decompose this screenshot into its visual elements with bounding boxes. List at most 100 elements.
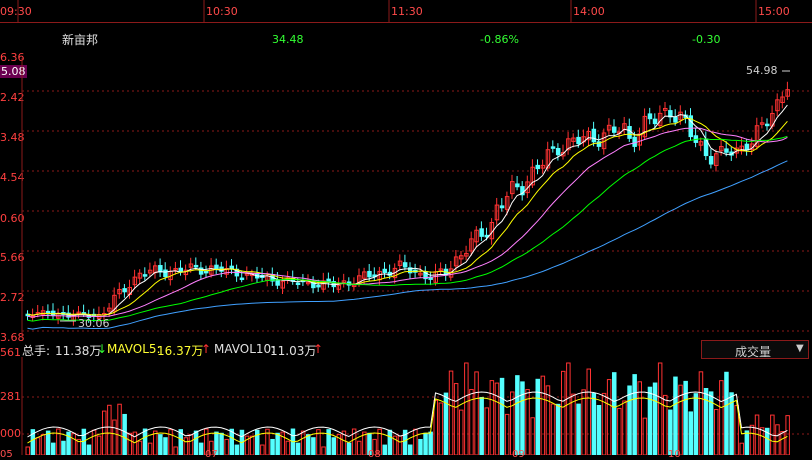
- volume-bar: [280, 431, 285, 455]
- volume-bar: [520, 381, 525, 455]
- volume-bar: [61, 440, 66, 455]
- volume-bar: [219, 432, 224, 455]
- candle-body: [591, 128, 597, 143]
- volume-bar: [698, 371, 704, 455]
- volume-bar: [484, 407, 489, 455]
- volume-bar: [576, 403, 581, 455]
- volume-bar: [71, 432, 76, 455]
- volume-bar: [683, 380, 688, 455]
- volume-bar: [357, 440, 362, 455]
- volume-bar: [663, 394, 668, 455]
- volume-bar: [647, 386, 653, 455]
- volume-bar: [586, 368, 591, 455]
- volume-bar: [612, 372, 617, 455]
- candle-body: [627, 126, 632, 139]
- volume-bar: [137, 440, 143, 455]
- volume-bar: [571, 393, 576, 455]
- candle-body: [193, 264, 199, 268]
- candle-body: [576, 136, 581, 145]
- candle-body: [499, 205, 505, 209]
- chevron-down-icon[interactable]: ▼: [796, 343, 804, 354]
- ma10-line: [27, 117, 788, 316]
- volume-bar: [688, 411, 693, 455]
- volume-bar: [785, 415, 790, 455]
- volume-bar: [173, 446, 178, 455]
- volume-bar: [183, 437, 189, 455]
- volume-bar: [596, 404, 602, 455]
- volume-bar: [550, 403, 556, 455]
- volume-bar: [346, 442, 352, 455]
- volume-bar: [40, 434, 46, 455]
- volume-bar: [382, 444, 387, 455]
- volume-bar: [275, 432, 280, 455]
- candle-body: [744, 143, 750, 151]
- volume-bar: [387, 429, 393, 455]
- candle-body: [122, 288, 127, 293]
- volume-bar: [581, 389, 586, 455]
- candlestick-chart[interactable]: [0, 58, 812, 338]
- volume-bar: [775, 424, 780, 455]
- candle-body: [204, 270, 209, 274]
- volume-bar: [632, 374, 637, 455]
- candle-body: [632, 136, 637, 147]
- volume-bar: [744, 430, 750, 455]
- volume-bar: [153, 430, 158, 455]
- volume-bar: [780, 431, 785, 455]
- volume-bar: [418, 438, 423, 455]
- volume-bar: [749, 424, 755, 455]
- volume-chart[interactable]: [0, 357, 812, 455]
- volume-bar: [627, 385, 632, 455]
- ma30-line: [27, 135, 788, 322]
- volume-bar: [428, 431, 433, 455]
- candle-body: [550, 146, 556, 149]
- volume-bar: [606, 379, 612, 455]
- volume-bar: [198, 442, 204, 455]
- volume-bar: [438, 402, 444, 455]
- volume-bar: [249, 435, 255, 455]
- candle-body: [479, 228, 484, 237]
- time-axis-ticks: [17, 0, 757, 22]
- volume-bar: [479, 396, 484, 455]
- volume-bar: [300, 430, 306, 455]
- volume-bar: [234, 444, 240, 455]
- volume-bar: [285, 440, 291, 455]
- volume-bar: [719, 380, 724, 455]
- volume-bar: [163, 437, 168, 455]
- volume-bar: [306, 434, 311, 455]
- volume-bar: [158, 434, 163, 455]
- volume-bar: [193, 430, 199, 455]
- volume-bar: [168, 429, 173, 455]
- candle-body: [765, 123, 770, 127]
- volume-bar: [397, 435, 403, 455]
- volume-bar: [51, 442, 56, 455]
- volume-bar: [86, 444, 92, 455]
- volume-total-arrow: ↓: [97, 342, 108, 356]
- stock-price: 34.48: [272, 33, 304, 46]
- volume-bar: [260, 444, 265, 455]
- volume-bar: [331, 437, 336, 455]
- mavol5-arrow: ↑: [201, 342, 212, 356]
- candle-body: [142, 274, 148, 277]
- candle-body: [612, 126, 617, 133]
- volume-bar: [321, 446, 326, 455]
- volume-bar: [566, 362, 571, 455]
- change-value: -0.30: [692, 33, 721, 46]
- volume-bar: [673, 376, 678, 455]
- candle-body: [367, 270, 372, 278]
- volume-bar: [147, 442, 153, 455]
- candle-body: [515, 183, 520, 188]
- volume-bar: [270, 438, 275, 455]
- volume-bar: [122, 413, 127, 455]
- candle-body: [382, 268, 387, 274]
- volume-bar: [622, 400, 627, 455]
- volume-bar: [311, 437, 316, 455]
- candle-body: [555, 147, 561, 156]
- candle-body: [402, 262, 408, 268]
- mavol10-label: MAVOL10:: [214, 342, 276, 356]
- volume-bar: [459, 409, 464, 455]
- volume-bar: [408, 444, 413, 455]
- volume-bar: [652, 382, 658, 455]
- volume-bar: [142, 428, 148, 455]
- volume-bar: [617, 407, 622, 455]
- volume-bar: [107, 404, 112, 455]
